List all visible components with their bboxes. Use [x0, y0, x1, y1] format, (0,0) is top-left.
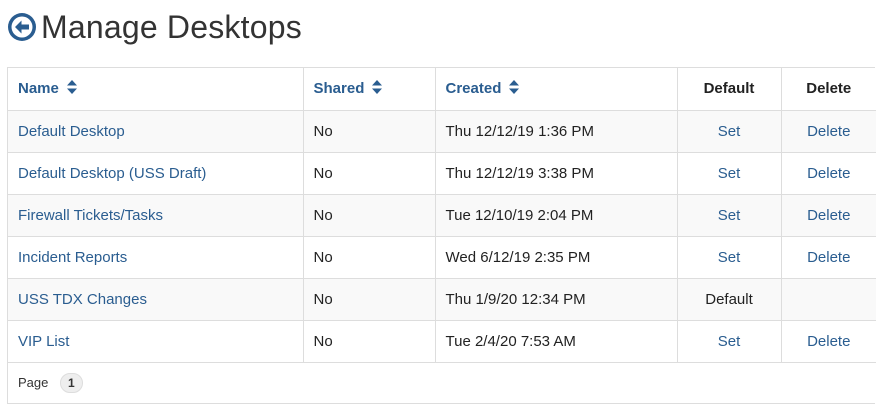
- cell-name: Default Desktop (USS Draft): [8, 152, 304, 195]
- cell-name: USS TDX Changes: [8, 278, 304, 321]
- column-header-label: Name: [18, 80, 59, 98]
- delete-link[interactable]: Delete: [807, 207, 850, 224]
- cell-shared: No: [303, 320, 436, 363]
- cell-name: Firewall Tickets/Tasks: [8, 194, 304, 237]
- desktop-name-link[interactable]: Firewall Tickets/Tasks: [18, 207, 163, 224]
- sort-arrows-icon[interactable]: [509, 80, 520, 95]
- set-default-link[interactable]: Set: [718, 207, 741, 224]
- cell-created: Tue 2/4/20 7:53 AM: [435, 320, 678, 363]
- cell-default: Set: [677, 236, 782, 279]
- cell-shared: No: [303, 278, 436, 321]
- default-indicator: Default: [705, 290, 753, 308]
- cell-delete: Delete: [781, 236, 876, 279]
- cell-created: Thu 12/12/19 3:38 PM: [435, 152, 678, 195]
- table-row: VIP List No Tue 2/4/20 7:53 AM Set Delete: [8, 320, 876, 363]
- sort-arrows-icon[interactable]: [372, 80, 383, 95]
- page-number-button[interactable]: 1: [60, 372, 83, 393]
- cell-delete: Delete: [781, 320, 876, 363]
- pagination: Page 1: [8, 362, 876, 403]
- cell-name: VIP List: [8, 320, 304, 363]
- cell-delete: Delete: [781, 152, 876, 195]
- cell-default: Set: [677, 152, 782, 195]
- delete-link[interactable]: Delete: [807, 333, 850, 350]
- table-row: Default Desktop No Thu 12/12/19 1:36 PM Set…: [8, 110, 876, 153]
- column-header-name[interactable]: Name: [8, 68, 304, 111]
- desktop-name-link[interactable]: VIP List: [18, 333, 69, 350]
- cell-shared: No: [303, 236, 436, 279]
- cell-default: Set: [677, 110, 782, 153]
- table-row: USS TDX Changes No Thu 1/9/20 12:34 PM Defa…: [8, 278, 876, 321]
- cell-created: Wed 6/12/19 2:35 PM: [435, 236, 678, 279]
- table-header: Name Shared Created Default Delete: [8, 68, 876, 111]
- column-header-created[interactable]: Created: [435, 68, 678, 111]
- table-row: Firewall Tickets/Tasks No Tue 12/10/19 2:0…: [8, 194, 876, 237]
- cell-name: Incident Reports: [8, 236, 304, 279]
- cell-shared: No: [303, 110, 436, 153]
- cell-shared: No: [303, 194, 436, 237]
- desktops-table-container: Name Shared Created Default Delete Default D…: [7, 67, 876, 404]
- table-row: Default Desktop (USS Draft) No Thu 12/12/1…: [8, 152, 876, 195]
- desktop-name-link[interactable]: USS TDX Changes: [18, 291, 147, 308]
- table-row: Incident Reports No Wed 6/12/19 2:35 PM Set…: [8, 236, 876, 279]
- cell-default: Set: [677, 320, 782, 363]
- column-header-label: Delete: [806, 80, 852, 98]
- cell-shared: No: [303, 152, 436, 195]
- cell-created: Tue 12/10/19 2:04 PM: [435, 194, 678, 237]
- cell-delete: [781, 278, 876, 321]
- back-arrow-icon[interactable]: [7, 12, 37, 42]
- set-default-link[interactable]: Set: [718, 165, 741, 182]
- column-header-label: Default: [703, 80, 755, 98]
- cell-created: Thu 1/9/20 12:34 PM: [435, 278, 678, 321]
- column-header-delete: Delete: [781, 68, 876, 111]
- column-header-label: Created: [445, 80, 502, 98]
- set-default-link[interactable]: Set: [718, 333, 741, 350]
- cell-created: Thu 12/12/19 1:36 PM: [435, 110, 678, 153]
- set-default-link[interactable]: Set: [718, 249, 741, 266]
- desktop-name-link[interactable]: Default Desktop: [18, 123, 125, 140]
- cell-delete: Delete: [781, 110, 876, 153]
- desktop-name-link[interactable]: Default Desktop (USS Draft): [18, 165, 206, 182]
- delete-link[interactable]: Delete: [807, 123, 850, 140]
- cell-name: Default Desktop: [8, 110, 304, 153]
- column-header-shared[interactable]: Shared: [303, 68, 436, 111]
- page-title: Manage Desktops: [41, 8, 302, 45]
- pagination-row: Page 1: [8, 362, 876, 403]
- desktop-name-link[interactable]: Incident Reports: [18, 249, 127, 266]
- set-default-link[interactable]: Set: [718, 123, 741, 140]
- desktops-table: Name Shared Created Default Delete Default D…: [8, 68, 876, 403]
- column-header-label: Shared: [313, 80, 365, 98]
- cell-delete: Delete: [781, 194, 876, 237]
- delete-link[interactable]: Delete: [807, 165, 850, 182]
- pagination-label: Page: [18, 374, 49, 390]
- table-body: Default Desktop No Thu 12/12/19 1:36 PM Set…: [8, 110, 876, 363]
- page-header: Manage Desktops: [7, 6, 302, 48]
- table-header-row: Name Shared Created Default Delete: [8, 68, 876, 111]
- cell-default: Set: [677, 194, 782, 237]
- sort-arrows-icon[interactable]: [66, 80, 77, 95]
- column-header-default: Default: [677, 68, 782, 111]
- cell-default: Default: [677, 278, 782, 321]
- delete-link[interactable]: Delete: [807, 249, 850, 266]
